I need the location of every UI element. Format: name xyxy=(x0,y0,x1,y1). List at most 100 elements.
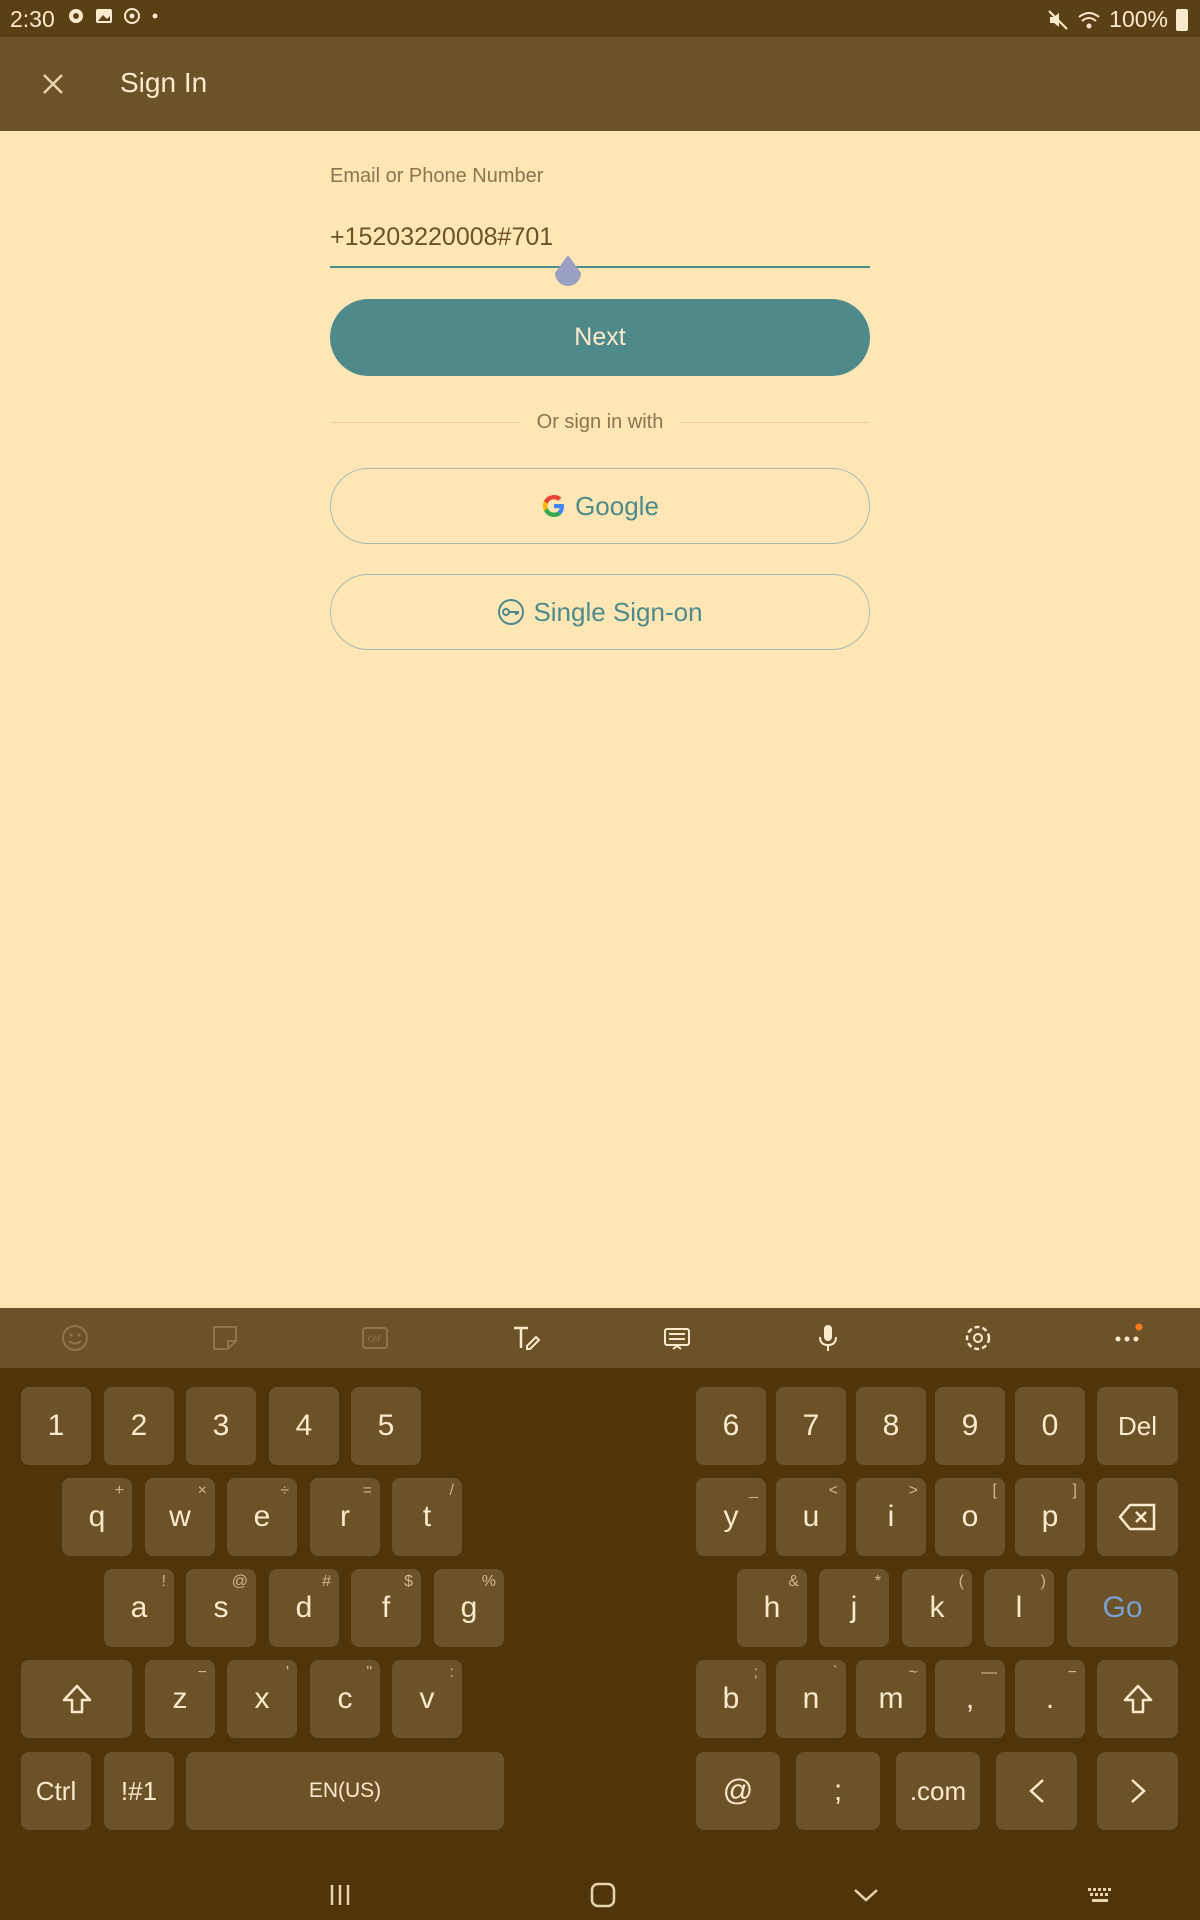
key-6[interactable]: 6 xyxy=(696,1387,766,1465)
key-period[interactable]: . − xyxy=(1015,1660,1085,1738)
key-v[interactable]: v: xyxy=(392,1660,462,1738)
key-icon xyxy=(498,599,525,625)
navigation-bar xyxy=(0,1870,1200,1920)
key-a-label: a xyxy=(130,1591,148,1624)
cursor-left-key[interactable] xyxy=(996,1752,1077,1830)
sso-signin-button[interactable]: Single Sign-on xyxy=(330,574,870,650)
key-h[interactable]: h & xyxy=(737,1569,807,1647)
keyboard-settings-icon[interactable] xyxy=(962,1322,994,1354)
key-9[interactable]: 9 xyxy=(935,1387,1005,1465)
key-q[interactable]: q + xyxy=(62,1478,132,1556)
chevron-right-icon xyxy=(1130,1779,1146,1803)
key-comma[interactable]: , — xyxy=(935,1660,1005,1738)
more-options-icon[interactable] xyxy=(1111,1322,1143,1354)
google-label: Google xyxy=(575,490,659,521)
status-time: 2:30 xyxy=(10,6,55,32)
key-i[interactable]: i > xyxy=(856,1478,926,1556)
ctrl-key[interactable]: Ctrl xyxy=(21,1752,91,1830)
semicolon-key[interactable]: ; xyxy=(796,1752,880,1830)
email-phone-input[interactable]: +15203220008#701 xyxy=(330,223,553,252)
key-y[interactable]: y _ xyxy=(696,1478,766,1556)
sticker-icon[interactable] xyxy=(209,1322,241,1354)
emoji-icon[interactable] xyxy=(59,1322,91,1354)
home-icon[interactable] xyxy=(588,1880,618,1910)
key-e-label: e xyxy=(253,1500,271,1533)
space-key[interactable]: EN(US) xyxy=(186,1752,504,1830)
key-x-label: x xyxy=(254,1682,270,1715)
key-7[interactable]: 7 xyxy=(776,1387,846,1465)
key-o-label: o xyxy=(961,1500,979,1533)
key-8[interactable]: 8 xyxy=(856,1387,926,1465)
key-l-label: l xyxy=(1015,1591,1023,1624)
gif-icon[interactable]: GIF xyxy=(359,1322,391,1354)
key-b[interactable]: b; xyxy=(696,1660,766,1738)
go-key[interactable]: Go xyxy=(1067,1569,1178,1647)
key-w-alt: × xyxy=(197,1482,207,1499)
key-j-label: j xyxy=(850,1591,858,1624)
divider-text: Or sign in with xyxy=(536,410,664,433)
key-l[interactable]: l) xyxy=(984,1569,1054,1647)
key-d[interactable]: d # xyxy=(269,1569,339,1647)
key-g-alt: % xyxy=(481,1573,496,1590)
key-m[interactable]: m ~ xyxy=(856,1660,926,1738)
backspace-key[interactable] xyxy=(1097,1478,1178,1556)
key-j-alt: * xyxy=(874,1573,881,1590)
hide-keyboard-icon[interactable] xyxy=(851,1880,881,1910)
notification-icons xyxy=(66,6,160,26)
key-4[interactable]: 4 xyxy=(269,1387,339,1465)
key-t-label: t xyxy=(422,1500,432,1533)
key-z[interactable]: z − xyxy=(145,1660,215,1738)
symbols-key[interactable]: !#1 xyxy=(104,1752,174,1830)
key-0[interactable]: 0 xyxy=(1015,1387,1085,1465)
microphone-icon[interactable] xyxy=(812,1322,844,1354)
keyboard-mode-icon[interactable] xyxy=(661,1322,693,1354)
key-g[interactable]: g% xyxy=(434,1569,504,1647)
key-p[interactable]: p] xyxy=(1015,1478,1085,1556)
text-edit-icon[interactable] xyxy=(510,1322,542,1354)
key-p-alt: ] xyxy=(1072,1482,1077,1499)
key-o[interactable]: o[ xyxy=(935,1478,1005,1556)
key-a[interactable]: a! xyxy=(104,1569,174,1647)
key-5[interactable]: 5 xyxy=(351,1387,421,1465)
key-q-label: q xyxy=(88,1500,106,1533)
key-3[interactable]: 3 xyxy=(186,1387,256,1465)
key-2[interactable]: 2 xyxy=(104,1387,174,1465)
key-1[interactable]: 1 xyxy=(21,1387,91,1465)
key-j[interactable]: j * xyxy=(819,1569,889,1647)
key-s[interactable]: s @ xyxy=(186,1569,256,1647)
keyboard-switch-icon[interactable] xyxy=(1086,1880,1116,1910)
key-k[interactable]: k( xyxy=(902,1569,972,1647)
dot-icon xyxy=(152,13,158,19)
settings-gear-icon xyxy=(69,9,83,23)
cursor-right-key[interactable] xyxy=(1097,1752,1178,1830)
key-u[interactable]: u < xyxy=(776,1478,846,1556)
shift-key-right[interactable] xyxy=(1097,1660,1178,1738)
close-icon[interactable] xyxy=(36,67,70,101)
key-e-alt: ÷ xyxy=(280,1482,289,1499)
key-f[interactable]: f $ xyxy=(351,1569,421,1647)
google-signin-button[interactable]: Google xyxy=(330,468,870,544)
key-e[interactable]: e ÷ xyxy=(227,1478,297,1556)
next-button[interactable]: Next xyxy=(330,299,870,376)
key-g-label: g xyxy=(460,1591,478,1624)
key-z-alt: − xyxy=(197,1664,207,1681)
key-m-alt: ~ xyxy=(908,1664,918,1681)
key-n[interactable]: n ` xyxy=(776,1660,846,1738)
key-z-label: z xyxy=(172,1682,188,1715)
input-underline xyxy=(330,266,870,268)
shift-key-left[interactable] xyxy=(21,1660,132,1738)
recent-apps-icon[interactable] xyxy=(325,1880,355,1910)
key-x[interactable]: x ' xyxy=(227,1660,297,1738)
key-t[interactable]: t / xyxy=(392,1478,462,1556)
key-c[interactable]: c " xyxy=(310,1660,380,1738)
key-r[interactable]: r = xyxy=(310,1478,380,1556)
battery-icon xyxy=(1176,8,1188,31)
key-h-label: h xyxy=(763,1591,781,1624)
key-w[interactable]: w × xyxy=(145,1478,215,1556)
dotcom-key[interactable]: .com xyxy=(896,1752,980,1830)
key-del[interactable]: Del xyxy=(1097,1387,1178,1465)
key-u-label: u xyxy=(802,1500,820,1533)
at-key[interactable]: @ xyxy=(696,1752,780,1830)
text-cursor-handle[interactable] xyxy=(553,255,583,289)
key-y-label: y xyxy=(723,1500,739,1533)
